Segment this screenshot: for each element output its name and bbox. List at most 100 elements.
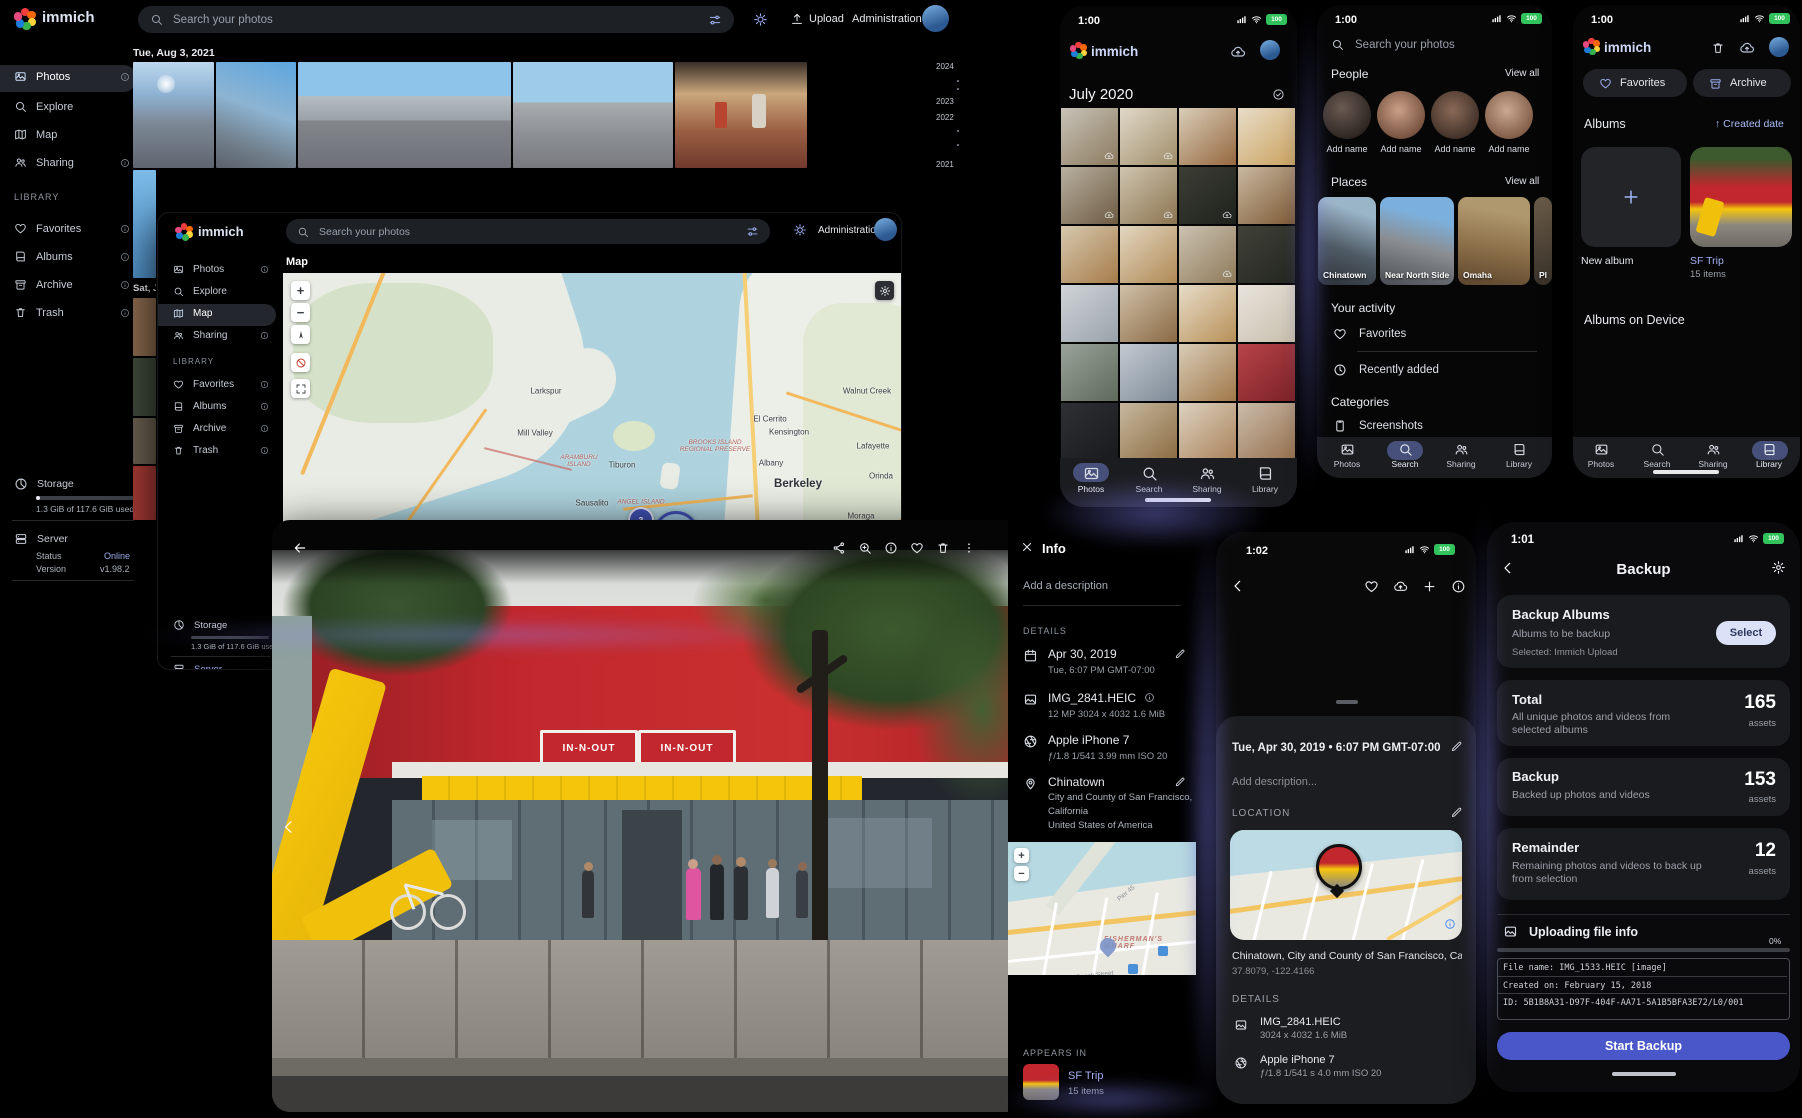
description-input[interactable]: Add a description [1023, 580, 1108, 592]
tab-search[interactable]: Search [1379, 442, 1431, 469]
avatar[interactable] [1260, 40, 1280, 60]
search-input[interactable]: Search your photos [138, 6, 734, 33]
photo-thumbnail[interactable] [1061, 285, 1118, 342]
edit-location-icon[interactable] [1174, 776, 1186, 788]
photo-thumbnail[interactable] [1179, 226, 1236, 283]
previous-photo-chevron[interactable] [280, 818, 298, 836]
photo-thumbnail[interactable] [1179, 285, 1236, 342]
info-icon[interactable] [120, 72, 130, 82]
photo-thumbnail[interactable] [1061, 226, 1118, 283]
info-icon[interactable] [260, 424, 269, 433]
tab-library[interactable]: Library [1239, 465, 1291, 494]
tab-library[interactable]: Library [1493, 442, 1545, 469]
tab-search[interactable]: Search [1123, 465, 1175, 494]
photo-thumbnail[interactable] [513, 62, 673, 168]
tab-library[interactable]: Library [1743, 442, 1795, 469]
face-name-label[interactable]: Add name [1482, 144, 1536, 154]
cloud-sync-icon[interactable] [1739, 40, 1755, 56]
map-settings-button[interactable] [875, 281, 894, 300]
photo-thumbnail[interactable] [1238, 344, 1295, 401]
tab-photos[interactable]: Photos [1065, 465, 1117, 494]
photo-thumbnail[interactable] [1179, 344, 1236, 401]
favorite-icon[interactable] [910, 541, 924, 555]
info-icon[interactable] [260, 265, 269, 274]
photo-thumbnail[interactable] [1238, 403, 1295, 460]
face-name-label[interactable]: Add name [1374, 144, 1428, 154]
places-view-all-link[interactable]: View all [1505, 176, 1539, 187]
map-zoom-in-button[interactable]: + [291, 281, 310, 300]
info-icon[interactable] [120, 158, 130, 168]
screenshots-row[interactable]: Screenshots [1333, 419, 1423, 433]
photo-thumbnail[interactable] [1179, 403, 1236, 460]
album-thumbnail[interactable] [1023, 1064, 1059, 1100]
map-fullscreen-button[interactable] [291, 379, 310, 398]
cloud-sync-icon[interactable] [1230, 44, 1246, 60]
filter-icon[interactable] [708, 13, 722, 27]
gear-icon[interactable] [1771, 560, 1786, 575]
photo-thumbnail[interactable] [133, 170, 156, 278]
upload-icon[interactable] [790, 12, 804, 26]
select-button[interactable]: Select [1716, 621, 1776, 645]
photo-thumbnail[interactable] [133, 466, 156, 520]
photo-thumbnail[interactable] [133, 418, 156, 464]
more-options-icon[interactable] [962, 541, 976, 555]
tab-sharing[interactable]: Sharing [1435, 442, 1487, 469]
info-icon[interactable] [260, 380, 269, 389]
photo-thumbnail[interactable] [1061, 344, 1118, 401]
administration-link[interactable]: Administration [852, 13, 922, 25]
sheet-drag-handle[interactable] [1336, 700, 1358, 704]
recently-added-row[interactable]: Recently added [1333, 363, 1439, 377]
zoom-icon[interactable] [858, 541, 872, 555]
back-icon[interactable] [292, 540, 308, 556]
sidebar-item-sharing[interactable]: Sharing [173, 330, 269, 341]
cloud-upload-icon[interactable] [1393, 579, 1408, 594]
info-icon[interactable] [120, 252, 130, 262]
photo-thumbnail[interactable] [675, 62, 807, 168]
face-avatar[interactable] [1377, 91, 1425, 139]
photo-thumbnail[interactable] [1061, 167, 1118, 224]
photo-thumbnail[interactable] [1238, 167, 1295, 224]
theme-toggle-icon[interactable] [793, 223, 807, 237]
info-icon[interactable] [120, 280, 130, 290]
sidebar-item-favorites[interactable]: Favorites [173, 379, 269, 390]
sidebar-item-map[interactable]: Map [14, 128, 130, 141]
sidebar-item-sharing[interactable]: Sharing [14, 156, 130, 169]
sidebar-item-trash[interactable]: Trash [173, 445, 269, 456]
info-icon[interactable] [260, 402, 269, 411]
photo-thumbnail[interactable] [298, 62, 511, 168]
filter-icon[interactable] [746, 225, 759, 238]
add-icon[interactable] [1422, 579, 1437, 594]
people-view-all-link[interactable]: View all [1505, 68, 1539, 79]
favorite-icon[interactable] [1364, 579, 1379, 594]
location-mini-map[interactable]: Pier 45 FISHERMAN'S WHARF Beach Street +… [1008, 842, 1196, 975]
face-name-label[interactable]: Add name [1428, 144, 1482, 154]
avatar[interactable] [922, 5, 949, 32]
map-zoom-out-button[interactable]: − [291, 303, 310, 322]
sidebar-item-explore[interactable]: Explore [173, 286, 269, 297]
photo-thumbnail[interactable] [1179, 167, 1236, 224]
tab-search[interactable]: Search [1631, 442, 1683, 469]
photo-thumbnail[interactable] [216, 62, 296, 168]
favorites-row[interactable]: Favorites [1333, 327, 1406, 341]
place-card[interactable]: Near North Side [1380, 197, 1454, 285]
sidebar-item-favorites[interactable]: Favorites [14, 222, 130, 235]
albums-sort-button[interactable]: ↑ Created date [1715, 118, 1784, 130]
photo-thumbnail[interactable] [133, 298, 156, 356]
info-icon[interactable] [120, 308, 130, 318]
face-avatar[interactable] [1485, 91, 1533, 139]
delete-icon[interactable] [936, 541, 950, 555]
sidebar-item-explore[interactable]: Explore [14, 100, 130, 113]
search-input[interactable]: Search your photos [1355, 39, 1455, 51]
sidebar-item-albums[interactable]: Albums [173, 401, 269, 412]
sidebar-item-map[interactable]: Map [173, 308, 269, 319]
photo-thumbnail[interactable] [1238, 108, 1295, 165]
new-album-card[interactable] [1581, 147, 1681, 247]
avatar[interactable] [1769, 37, 1789, 57]
map-compass-button[interactable] [291, 325, 310, 344]
tab-sharing[interactable]: Sharing [1687, 442, 1739, 469]
upload-button[interactable]: Upload [809, 13, 844, 25]
place-card[interactable]: Omaha [1458, 197, 1530, 285]
photo-thumbnail[interactable] [1061, 108, 1118, 165]
location-map-card[interactable] [1230, 830, 1462, 940]
place-card[interactable]: Pl [1534, 197, 1552, 285]
